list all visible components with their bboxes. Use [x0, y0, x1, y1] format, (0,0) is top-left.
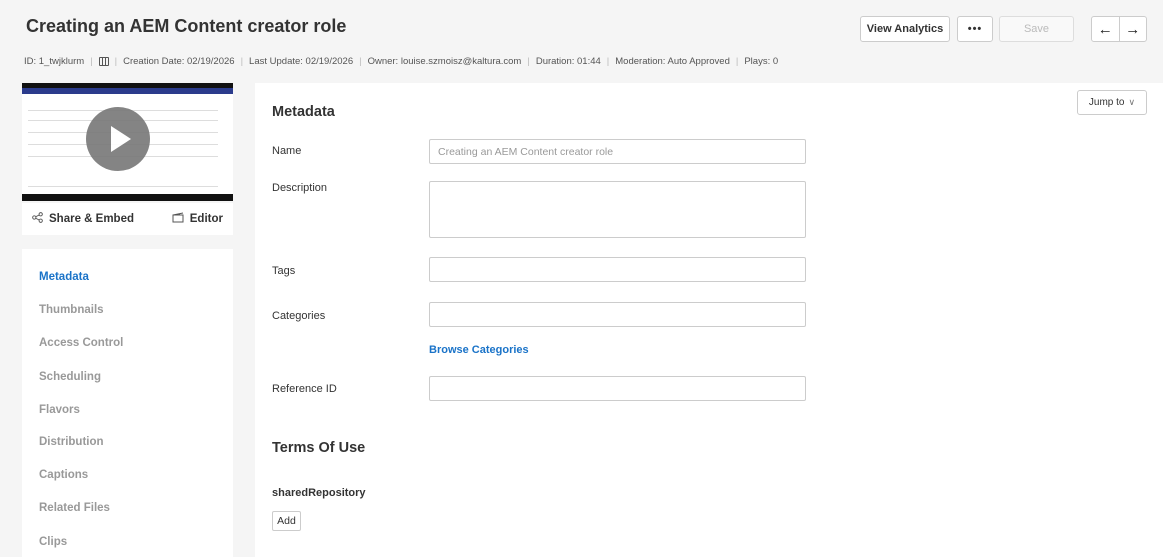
- sidebar-item-scheduling[interactable]: Scheduling: [39, 371, 101, 383]
- sidebar-item-clips[interactable]: Clips: [39, 536, 67, 548]
- editor-label: Editor: [189, 213, 223, 225]
- sidebar-item-related-files[interactable]: Related Files: [39, 502, 110, 514]
- video-type-icon: [98, 57, 109, 66]
- play-icon[interactable]: [86, 107, 150, 171]
- view-analytics-button[interactable]: View Analytics: [860, 16, 950, 42]
- owner: Owner: louise.szmoisz@kaltura.com: [367, 56, 522, 67]
- jump-to-dropdown[interactable]: Jump to ∨: [1077, 90, 1147, 115]
- entry-meta-line: ID: 1_twjklurm | | Creation Date: 02/19/…: [24, 56, 779, 67]
- name-input[interactable]: Creating an AEM Content creator role: [429, 139, 806, 164]
- arrow-left-icon[interactable]: ←: [1092, 17, 1119, 41]
- reference-id-input[interactable]: [429, 376, 806, 401]
- save-button[interactable]: Save: [999, 16, 1074, 42]
- share-embed-label: Share & Embed: [49, 213, 134, 225]
- arrow-right-icon[interactable]: →: [1118, 17, 1147, 41]
- metadata-panel: Jump to ∨ Metadata Name Creating an AEM …: [255, 83, 1163, 557]
- sidebar-item-access-control[interactable]: Access Control: [39, 337, 123, 349]
- creation-date: Creation Date: 02/19/2026: [123, 56, 235, 67]
- add-button[interactable]: Add: [272, 511, 301, 531]
- video-player-thumbnail[interactable]: [22, 83, 233, 201]
- sidebar-item-distribution[interactable]: Distribution: [39, 436, 104, 448]
- sidebar-item-flavors[interactable]: Flavors: [39, 404, 80, 416]
- last-update: Last Update: 02/19/2026: [249, 56, 354, 67]
- tags-input[interactable]: [429, 257, 806, 282]
- sidebar-item-captions[interactable]: Captions: [39, 469, 88, 481]
- reference-id-label: Reference ID: [272, 383, 337, 395]
- categories-input[interactable]: [429, 302, 806, 327]
- entry-navigation: ← →: [1091, 16, 1147, 42]
- shared-repository-label: sharedRepository: [272, 487, 366, 499]
- jump-to-label: Jump to: [1088, 97, 1125, 108]
- share-embed-button[interactable]: Share & Embed: [32, 212, 134, 226]
- clapperboard-icon: [172, 212, 184, 226]
- sidebar-item-metadata[interactable]: Metadata: [39, 271, 89, 283]
- page-title: Creating an AEM Content creator role: [26, 16, 347, 36]
- plays-count: Plays: 0: [744, 56, 779, 67]
- browse-categories-link[interactable]: Browse Categories: [429, 344, 529, 356]
- sidebar-item-thumbnails[interactable]: Thumbnails: [39, 304, 104, 316]
- categories-label: Categories: [272, 310, 326, 322]
- description-textarea[interactable]: [429, 181, 806, 238]
- share-icon: [32, 212, 43, 226]
- tags-label: Tags: [272, 265, 296, 277]
- terms-of-use-heading: Terms Of Use: [272, 440, 366, 456]
- name-label: Name: [272, 145, 302, 157]
- entry-id: ID: 1_twjklurm: [24, 56, 85, 67]
- thumbnail-row: [28, 186, 218, 187]
- editor-button[interactable]: Editor: [172, 212, 223, 226]
- description-label: Description: [272, 182, 328, 194]
- duration: Duration: 01:44: [535, 56, 601, 67]
- moderation-status: Moderation: Auto Approved: [615, 56, 730, 67]
- section-sidebar: Metadata Thumbnails Access Control Sched…: [22, 249, 233, 557]
- media-actions: Share & Embed Editor: [22, 203, 233, 235]
- thumbnail-header-bar: [22, 88, 233, 94]
- metadata-heading: Metadata: [272, 104, 335, 120]
- more-actions-button[interactable]: •••: [957, 16, 993, 42]
- chevron-down-icon: ∨: [1128, 97, 1136, 107]
